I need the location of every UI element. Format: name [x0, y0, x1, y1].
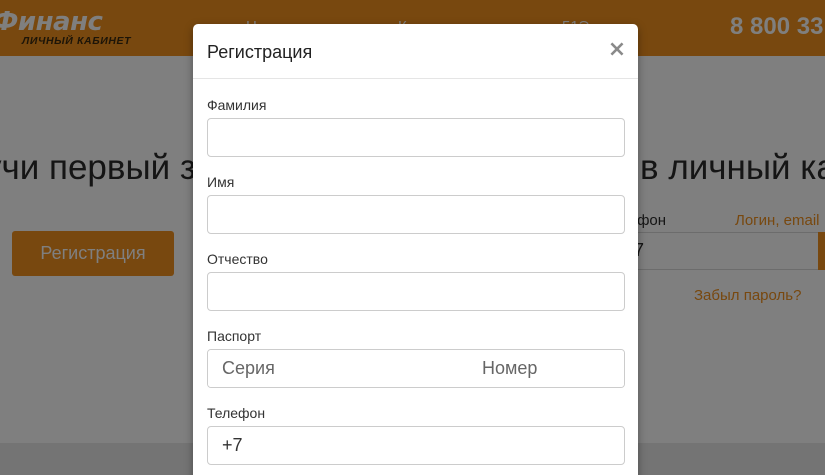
name-label: Имя	[207, 174, 235, 190]
close-icon[interactable]: ×	[606, 37, 628, 63]
passport-field-group	[207, 349, 625, 388]
patronymic-input[interactable]	[207, 272, 625, 311]
phone-label: Телефон	[207, 405, 266, 421]
patronymic-label: Отчество	[207, 251, 268, 267]
passport-number-input[interactable]	[468, 350, 624, 387]
passport-label: Паспорт	[207, 328, 262, 344]
name-input[interactable]	[207, 195, 625, 234]
modal-title: Регистрация	[207, 42, 313, 62]
modal-header: Регистрация ×	[193, 24, 638, 79]
passport-series-input[interactable]	[208, 350, 468, 387]
registration-modal: Регистрация × Фамилия Имя Отчество Паспо…	[193, 24, 638, 475]
phone-input[interactable]	[207, 426, 625, 465]
surname-input[interactable]	[207, 118, 625, 157]
surname-label: Фамилия	[207, 97, 267, 113]
